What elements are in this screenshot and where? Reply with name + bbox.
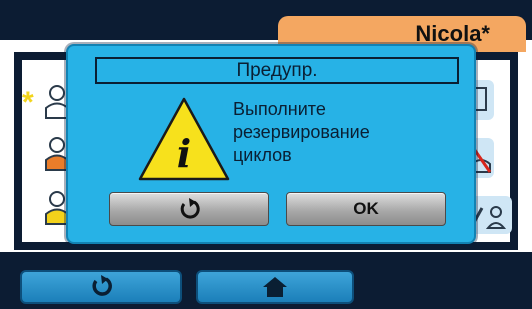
undo-arrow-icon [180,198,200,219]
message-line: Выполните [233,99,326,119]
dialog-title: Предупр. [95,57,459,84]
back-arrow-icon [92,275,112,296]
message-line: резервирование [233,122,370,142]
back-button[interactable] [20,270,182,304]
home-button[interactable] [196,270,354,304]
message-line: циклов [233,145,292,165]
home-icon [263,277,287,297]
dialog-undo-button[interactable] [109,192,269,226]
warning-info-icon: i [136,95,232,185]
ok-button[interactable]: OK [286,192,446,226]
dialog-message: Выполните резервирование циклов [233,98,453,188]
favorite-star-icon: * [22,86,34,119]
warning-dialog: Предупр. i Выполните резервирование цикл… [66,44,476,244]
info-glyph: i [177,131,191,176]
